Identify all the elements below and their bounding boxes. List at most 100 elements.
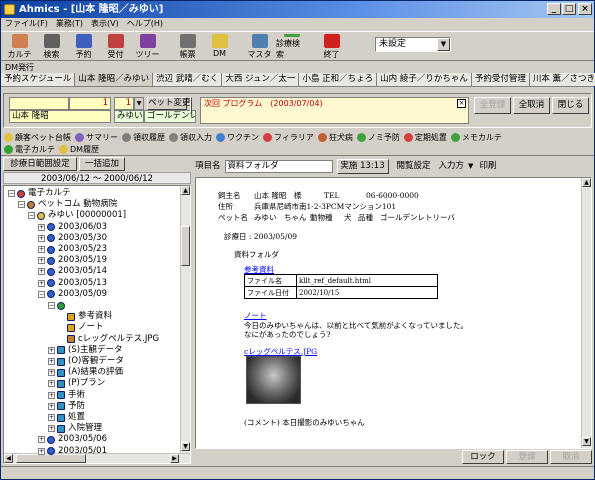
toolbar-button-5[interactable]: 帳票 <box>172 32 203 60</box>
doc-vertical-scrollbar[interactable]: ▲ ▼ <box>581 178 591 448</box>
expand-toggle-icon[interactable]: + <box>38 257 45 265</box>
toolbar-button-6[interactable]: DM <box>204 32 235 60</box>
menu-file[interactable]: ファイル(F) <box>5 18 48 30</box>
expand-toggle-icon[interactable]: + <box>48 402 55 410</box>
toolbar-button-9[interactable]: 終了 <box>316 32 347 60</box>
input-method-menu[interactable]: 入力方 <box>439 158 465 174</box>
scroll-left-icon[interactable]: ◀ <box>4 454 13 463</box>
save-button[interactable]: 登録 <box>506 450 548 464</box>
function-tab[interactable]: ワクチン <box>216 130 259 144</box>
tree-node[interactable]: +2003/05/01 <box>38 446 107 457</box>
function-tab[interactable]: 領収履歴 <box>122 130 165 144</box>
tree-node[interactable]: +2003/05/23 <box>38 244 107 255</box>
expand-toggle-icon[interactable]: + <box>38 447 45 455</box>
function-tab[interactable]: サマリー <box>75 130 118 144</box>
record-tab[interactable]: 小島 正和／ちょろ <box>299 73 378 86</box>
expand-toggle-icon[interactable]: + <box>38 436 45 444</box>
expand-toggle-icon[interactable]: + <box>48 425 55 433</box>
scroll-down-icon[interactable]: ▼ <box>582 437 591 446</box>
lock-button[interactable]: ロック <box>462 450 504 464</box>
expand-toggle-icon[interactable]: − <box>48 302 55 309</box>
tree-node[interactable]: cレッグペルテス.JPG <box>58 334 159 345</box>
function-tab[interactable]: メモカルテ <box>450 130 502 144</box>
tree-node[interactable]: + 入院管理 <box>48 423 102 434</box>
toolbar-button-4[interactable]: ツリー <box>132 32 163 60</box>
function-tab[interactable]: DM履歴 <box>59 144 99 155</box>
toolbar-button-0[interactable]: カルテ <box>4 32 35 60</box>
close-record-button[interactable]: 閉じる <box>552 97 589 114</box>
close-icon[interactable]: × <box>457 99 466 108</box>
expand-toggle-icon[interactable]: − <box>28 212 35 220</box>
toolbar-button-2[interactable]: 予約 <box>68 32 99 60</box>
pet-number[interactable]: 1 <box>114 97 134 110</box>
tree-node[interactable]: − 2003/05/09 <box>38 289 107 300</box>
tree-node[interactable]: + 処置 <box>48 412 85 423</box>
record-tab[interactable]: 山内 綾子／りかちゃん <box>377 73 472 86</box>
tree-node[interactable]: −資料フォルダ <box>48 300 68 311</box>
tree-node[interactable]: + (O)客観データ <box>48 356 124 367</box>
toolbar-button-3[interactable]: 受付 <box>100 32 131 60</box>
function-tab[interactable]: ノミ予防 <box>356 130 400 144</box>
expand-toggle-icon[interactable]: − <box>38 290 45 298</box>
tree-node[interactable]: − みゆい [00000001] <box>28 210 126 221</box>
execute-time-button[interactable]: 実施 13:13 <box>336 158 389 174</box>
expand-toggle-icon[interactable]: + <box>38 234 45 242</box>
item-name-field[interactable]: 資料フォルダ <box>224 159 333 173</box>
expand-toggle-icon[interactable]: − <box>8 190 15 197</box>
register-all-button[interactable]: 全登録 <box>474 97 511 114</box>
tree-node[interactable]: + (P)プラン <box>48 378 105 389</box>
toolbar-button-7[interactable]: マスタ <box>244 32 275 60</box>
tree-node[interactable]: + 予防 <box>48 401 85 412</box>
dm-issue-link[interactable]: DM発行 <box>1 62 594 73</box>
expand-toggle-icon[interactable]: + <box>48 380 55 388</box>
function-tab[interactable]: 定期処置 <box>403 130 447 144</box>
expand-toggle-icon[interactable]: + <box>38 246 45 253</box>
reference-link[interactable]: 参考資料 <box>244 265 274 274</box>
expand-toggle-icon[interactable]: + <box>38 268 45 276</box>
tree-node[interactable]: +2003/05/30 <box>38 233 107 244</box>
tree-node[interactable]: +2003/06/03 <box>38 222 107 233</box>
close-window-button[interactable]: × <box>578 3 592 15</box>
owner-search-field[interactable] <box>9 97 69 110</box>
toolbar-button-1[interactable]: 検索 <box>36 32 67 60</box>
cancel-all-button[interactable]: 全取消 <box>513 97 550 114</box>
expand-toggle-icon[interactable]: + <box>48 391 55 399</box>
scroll-up-icon[interactable]: ▲ <box>582 178 591 187</box>
expand-toggle-icon[interactable]: + <box>38 279 45 287</box>
scroll-down-icon[interactable]: ▼ <box>181 442 190 451</box>
scroll-thumb[interactable] <box>181 226 190 266</box>
note-link[interactable]: ノート <box>244 311 267 320</box>
cancel-button[interactable]: 取消 <box>550 450 592 464</box>
record-tab[interactable]: 予約受付管理 <box>471 73 530 86</box>
tree-node[interactable]: − 電子カルテ <box>8 188 71 199</box>
expand-toggle-icon[interactable]: + <box>48 414 55 421</box>
pet-name-field[interactable]: みゆい <box>114 110 144 123</box>
print-menu[interactable]: 印刷 <box>479 158 496 174</box>
tree-vertical-scrollbar[interactable]: ▲ ▼ <box>180 186 190 453</box>
function-tab[interactable]: 顧客ペット台帳 <box>4 130 71 144</box>
tree-node[interactable]: 参考資料 <box>58 311 112 322</box>
expand-toggle-icon[interactable]: + <box>48 346 55 354</box>
owner-number[interactable]: 1 <box>69 97 111 110</box>
scroll-right-icon[interactable]: ▶ <box>170 454 179 463</box>
tree-node[interactable]: + (A)結果の評価 <box>48 367 123 378</box>
chevron-down-icon[interactable]: ▼ <box>437 38 450 51</box>
record-tab[interactable]: 渋辺 武晴／むく <box>153 73 223 86</box>
tree-node[interactable]: +2003/05/19 <box>38 255 107 266</box>
toolbar-button-8[interactable]: 診療検索 <box>276 32 307 60</box>
menu-business[interactable]: 業務(T) <box>56 18 83 30</box>
tree-node[interactable]: + (S)主観データ <box>48 345 123 356</box>
tree-node[interactable]: +2003/05/13 <box>38 278 107 289</box>
function-tab[interactable]: 領収入力 <box>169 130 212 144</box>
tree-node[interactable]: ノート <box>58 322 104 333</box>
function-tab[interactable]: 狂犬病 <box>317 130 353 144</box>
menu-view[interactable]: 表示(V) <box>91 18 119 30</box>
bulk-add-button[interactable]: 一括追加 <box>79 157 125 171</box>
expand-toggle-icon[interactable]: + <box>48 369 55 377</box>
tree-node[interactable]: +2003/05/06 <box>38 434 107 445</box>
tree-node[interactable]: +2003/05/14 <box>38 266 107 277</box>
maximize-button[interactable]: □ <box>562 3 576 15</box>
image-link[interactable]: cレッグペルテス.JPG <box>244 347 317 356</box>
mode-select[interactable]: 未設定 ▼ <box>375 37 451 52</box>
scroll-up-icon[interactable]: ▲ <box>181 186 190 195</box>
